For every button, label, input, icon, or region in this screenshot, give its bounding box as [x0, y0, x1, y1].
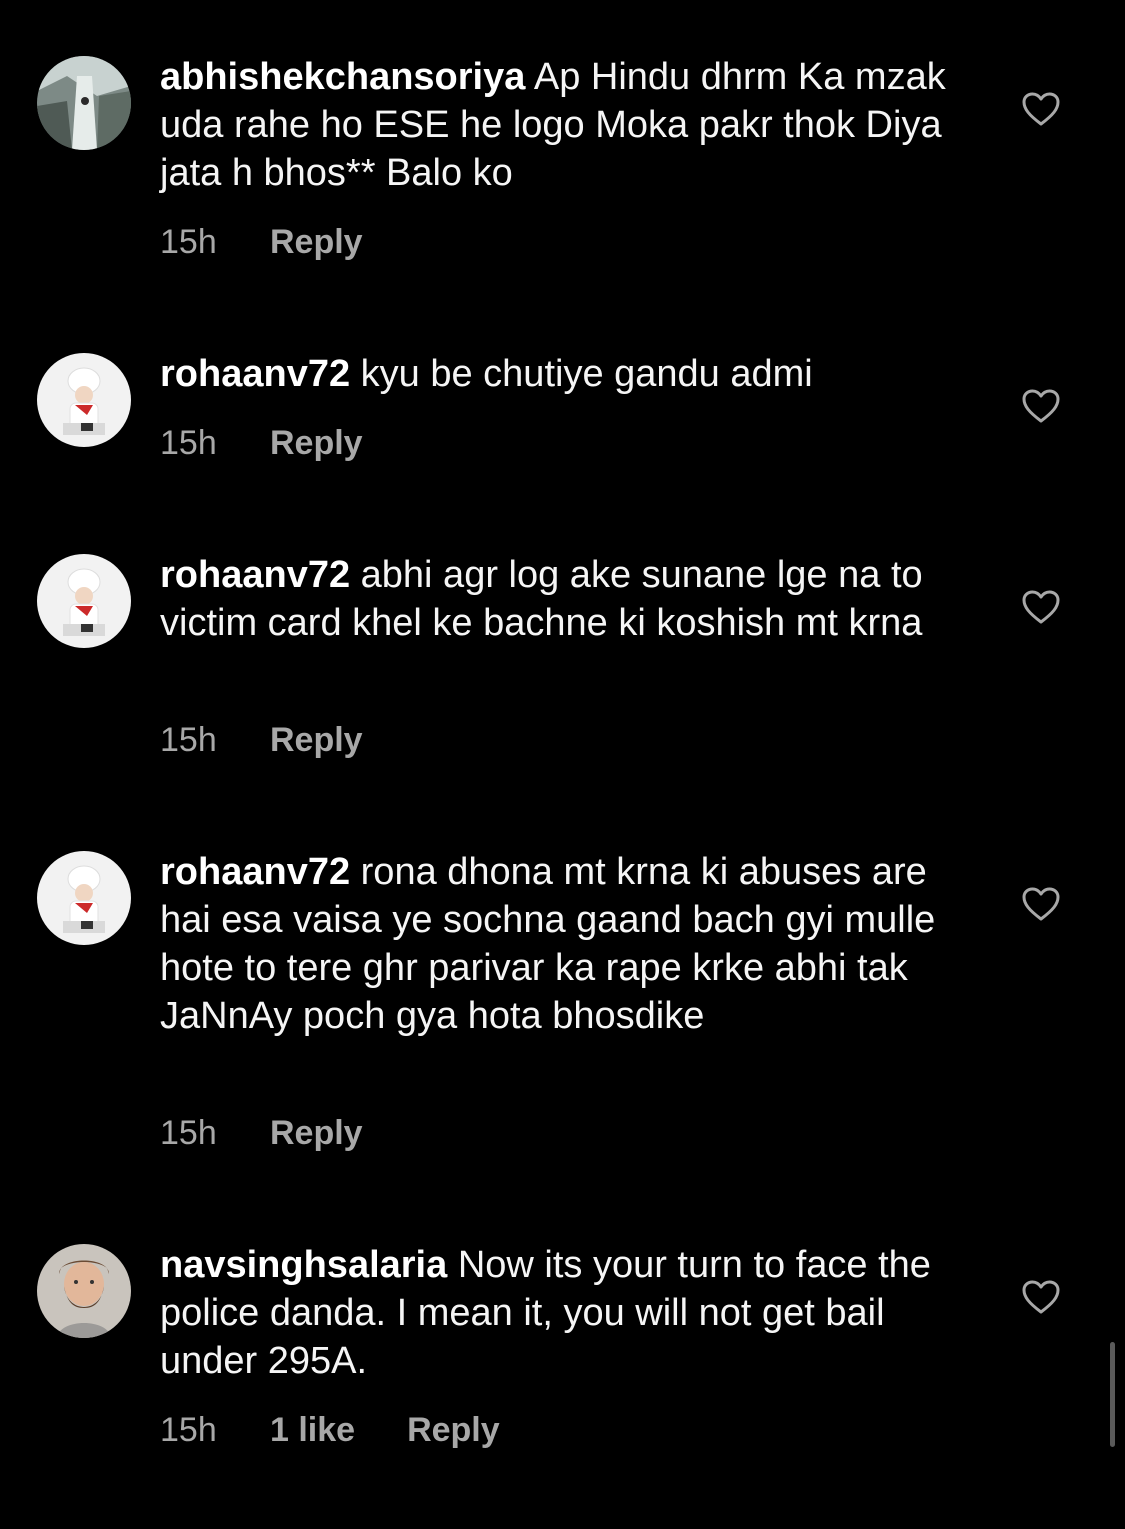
heart-outline-icon[interactable] — [1021, 1279, 1061, 1315]
comment-username[interactable]: navsinghsalaria — [160, 1244, 447, 1286]
scrollbar[interactable] — [1110, 1342, 1115, 1447]
comment-timestamp: 15h — [160, 1411, 217, 1449]
comment-text-block: navsinghsalaria Now its your turn to fac… — [160, 1241, 960, 1385]
avatar[interactable] — [37, 1244, 131, 1338]
like-count-button[interactable]: 1 like — [270, 1410, 355, 1450]
reply-button[interactable]: Reply — [407, 1410, 500, 1450]
comment-item: navsinghsalaria Now its your turn to fac… — [0, 0, 1125, 1470]
comment-meta: 15h 1 like Reply — [160, 1410, 500, 1450]
